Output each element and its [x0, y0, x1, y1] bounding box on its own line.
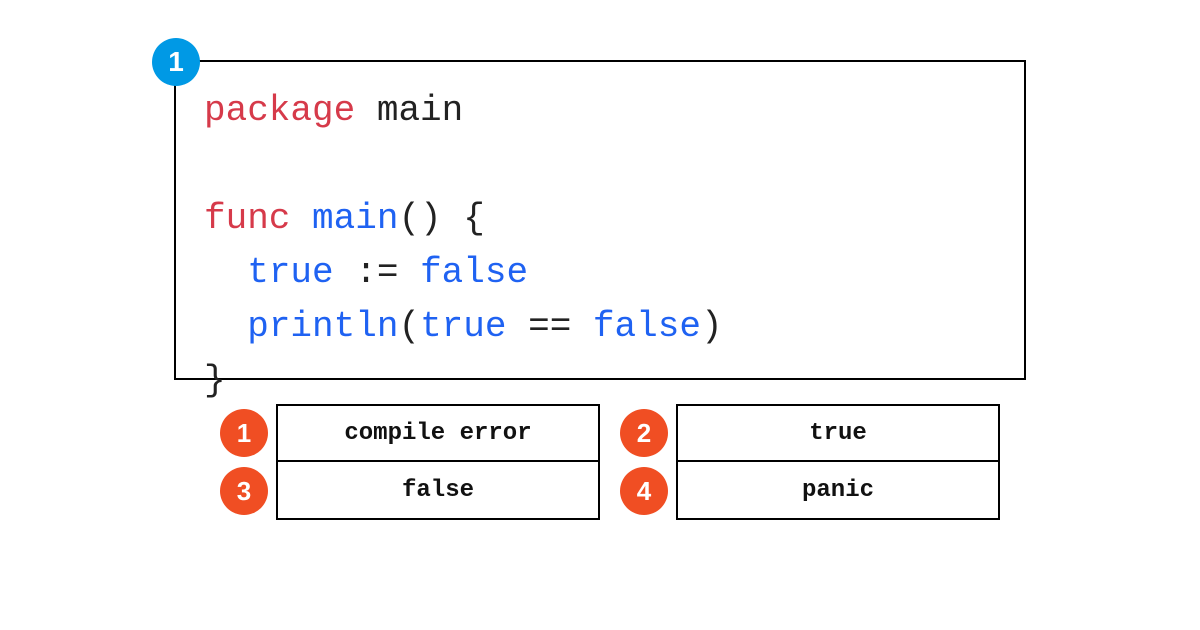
answer-option-3[interactable]: 3 false: [220, 462, 600, 520]
answer-option-2[interactable]: 2 true: [620, 404, 1000, 462]
answer-box-4: panic: [676, 462, 1000, 520]
answer-box-2: true: [676, 404, 1000, 462]
answer-label-1: compile error: [344, 420, 531, 447]
answer-badge-3: 3: [220, 467, 268, 515]
question-number: 1: [168, 46, 184, 78]
question-number-badge: 1: [152, 38, 200, 86]
code-false-lit: false: [420, 252, 528, 293]
answer-label-3: false: [402, 477, 474, 504]
answer-option-4[interactable]: 4 panic: [620, 462, 1000, 520]
code-println: println: [247, 306, 398, 347]
answer-badge-1: 1: [220, 409, 268, 457]
answer-badge-2: 2: [620, 409, 668, 457]
answer-badge-4: 4: [620, 467, 668, 515]
answer-label-2: true: [809, 420, 867, 447]
code-pkg-name: main: [377, 90, 463, 131]
code-kw-func: func: [204, 198, 290, 239]
answer-box-1: compile error: [276, 404, 600, 462]
answer-label-4: panic: [802, 477, 874, 504]
answer-option-1[interactable]: 1 compile error: [220, 404, 600, 462]
code-content: package main func main() { true := false…: [204, 84, 996, 408]
code-func-name: main: [312, 198, 398, 239]
code-true-var: true: [247, 252, 333, 293]
answers-grid: 1 compile error 2 true 3 false 4 panic: [220, 404, 1000, 520]
code-block: package main func main() { true := false…: [174, 60, 1026, 380]
code-kw-package: package: [204, 90, 355, 131]
answer-box-3: false: [276, 462, 600, 520]
